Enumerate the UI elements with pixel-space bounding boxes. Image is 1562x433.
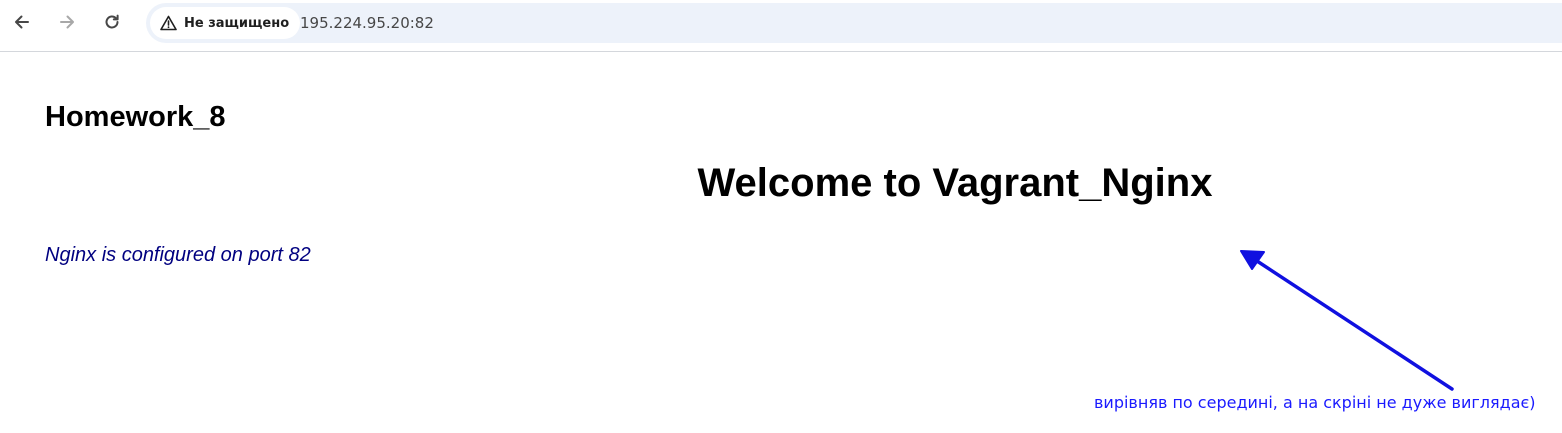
forward-button[interactable] [51,6,83,38]
annotation-arrow-icon [1240,250,1454,391]
security-label: Не защищено [184,15,290,31]
arrow-left-icon [15,15,29,29]
reload-icon [105,14,119,29]
arrow-right-icon [60,15,74,29]
url-text[interactable]: 195.224.95.20:82 [300,14,434,32]
homework-title: Homework_8 [45,101,226,133]
security-chip[interactable]: Не защищено [150,7,301,39]
back-button[interactable] [6,6,38,38]
page-content: Homework_8 Welcome to Vagrant_Nginx Ngin… [0,52,1562,433]
annotation-note: вирівняв по середині, а на скріні не дуж… [1094,393,1536,412]
address-bar[interactable]: Не защищено 195.224.95.20:82 [146,3,1562,43]
welcome-heading: Welcome to Vagrant_Nginx [697,161,1213,205]
port-note: Nginx is configured on port 82 [45,244,311,266]
warning-triangle-icon [160,15,177,31]
browser-toolbar: Не защищено 195.224.95.20:82 [0,0,1562,52]
reload-button[interactable] [96,6,128,38]
